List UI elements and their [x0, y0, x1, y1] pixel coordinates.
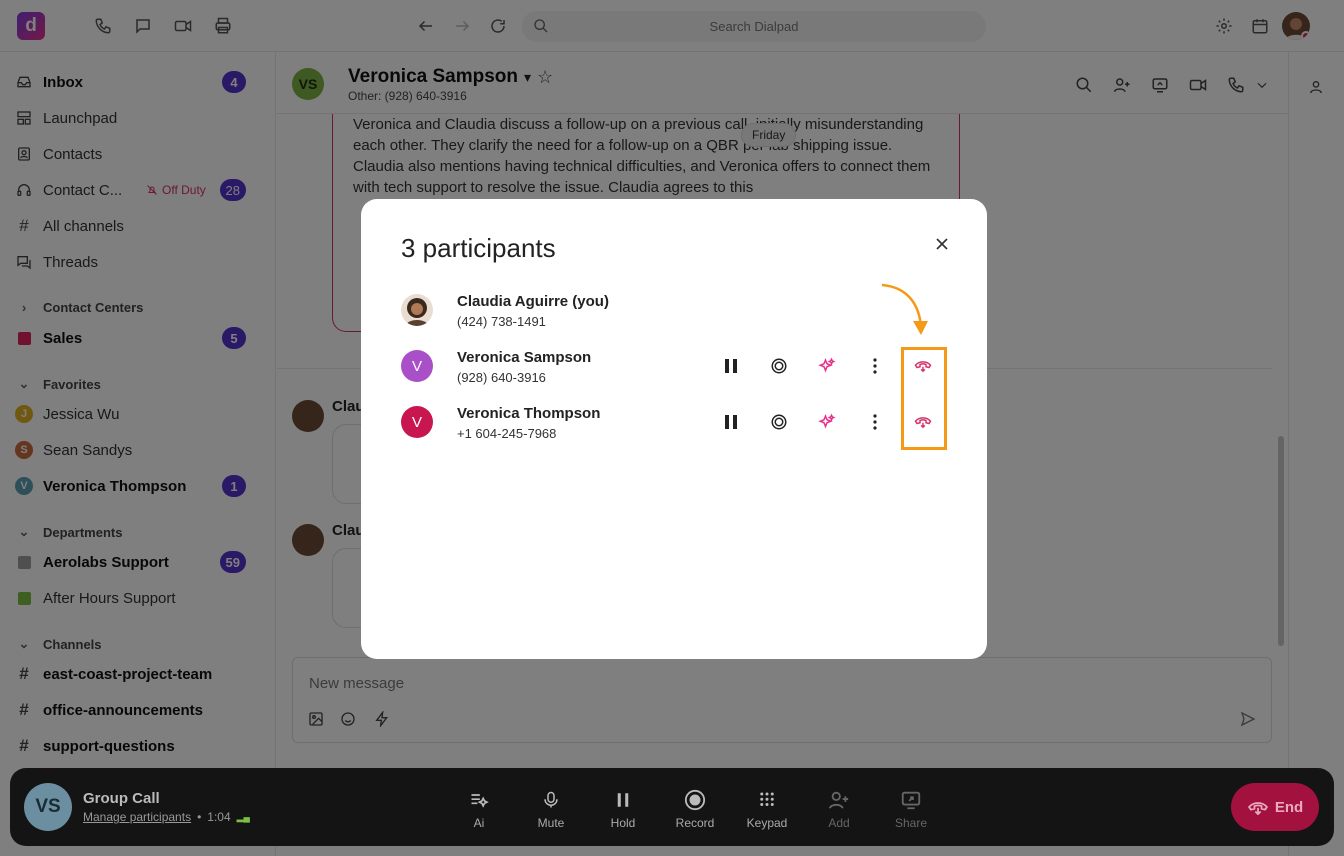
add-person-icon	[809, 788, 869, 812]
coach-participant-button[interactable]	[769, 356, 789, 376]
participant-name: Veronica Sampson	[457, 349, 592, 366]
participant-name: Veronica Thompson	[457, 405, 601, 422]
ai-assist-button[interactable]	[817, 356, 837, 376]
more-options-button[interactable]	[865, 356, 885, 376]
signal-icon: ▂▄	[236, 811, 250, 822]
coach-participant-button[interactable]	[769, 412, 789, 432]
avatar: V	[401, 350, 433, 382]
participant-name: Claudia Aguirre (you)	[457, 293, 609, 310]
sparkle-icon	[818, 413, 836, 429]
keypad-icon	[737, 788, 797, 812]
participant-number: (928) 640-3916	[457, 370, 546, 385]
avatar: V	[401, 406, 433, 438]
pause-icon	[593, 788, 653, 812]
call-duration: 1:04	[207, 810, 231, 824]
modal-title: 3 participants	[401, 233, 556, 263]
target-icon	[771, 358, 787, 374]
close-icon[interactable]	[932, 234, 952, 254]
kebab-icon	[873, 414, 877, 430]
call-avatar: VS	[24, 783, 72, 831]
hold-participant-button[interactable]	[721, 356, 741, 376]
sparkle-icon	[818, 357, 836, 373]
active-call-bar: VS Group Call Manage participants • 1:04…	[10, 768, 1334, 846]
record-button[interactable]: Record	[665, 788, 725, 830]
add-button[interactable]: Add	[809, 788, 869, 830]
pause-icon	[725, 415, 737, 429]
hang-up-icon	[1247, 799, 1269, 815]
record-icon	[665, 788, 725, 812]
highlight-box	[901, 347, 947, 450]
avatar	[401, 294, 433, 326]
manage-participants-link[interactable]: Manage participants	[83, 810, 191, 824]
mute-button[interactable]: Mute	[521, 788, 581, 830]
call-title: Group Call	[83, 790, 160, 807]
participant-number: (424) 738-1491	[457, 314, 546, 329]
ai-icon	[449, 788, 509, 812]
participants-modal: 3 participants Claudia Aguirre (you) (42…	[361, 199, 987, 659]
keypad-button[interactable]: Keypad	[737, 788, 797, 830]
kebab-icon	[873, 358, 877, 374]
share-screen-icon	[881, 788, 941, 812]
hold-participant-button[interactable]	[721, 412, 741, 432]
more-options-button[interactable]	[865, 412, 885, 432]
participant-number: +1 604-245-7968	[457, 426, 557, 441]
microphone-icon	[521, 788, 581, 812]
ai-button[interactable]: Ai	[449, 788, 509, 830]
ai-assist-button[interactable]	[817, 412, 837, 432]
annotation-arrow-icon	[881, 283, 928, 335]
participant-row: V Veronica Sampson (928) 640-3916	[401, 346, 961, 386]
share-button[interactable]: Share	[881, 788, 941, 830]
hold-button[interactable]: Hold	[593, 788, 653, 830]
end-call-button[interactable]: End	[1231, 783, 1319, 831]
target-icon	[771, 414, 787, 430]
participant-row: V Veronica Thompson +1 604-245-7968	[401, 402, 961, 442]
pause-icon	[725, 359, 737, 373]
